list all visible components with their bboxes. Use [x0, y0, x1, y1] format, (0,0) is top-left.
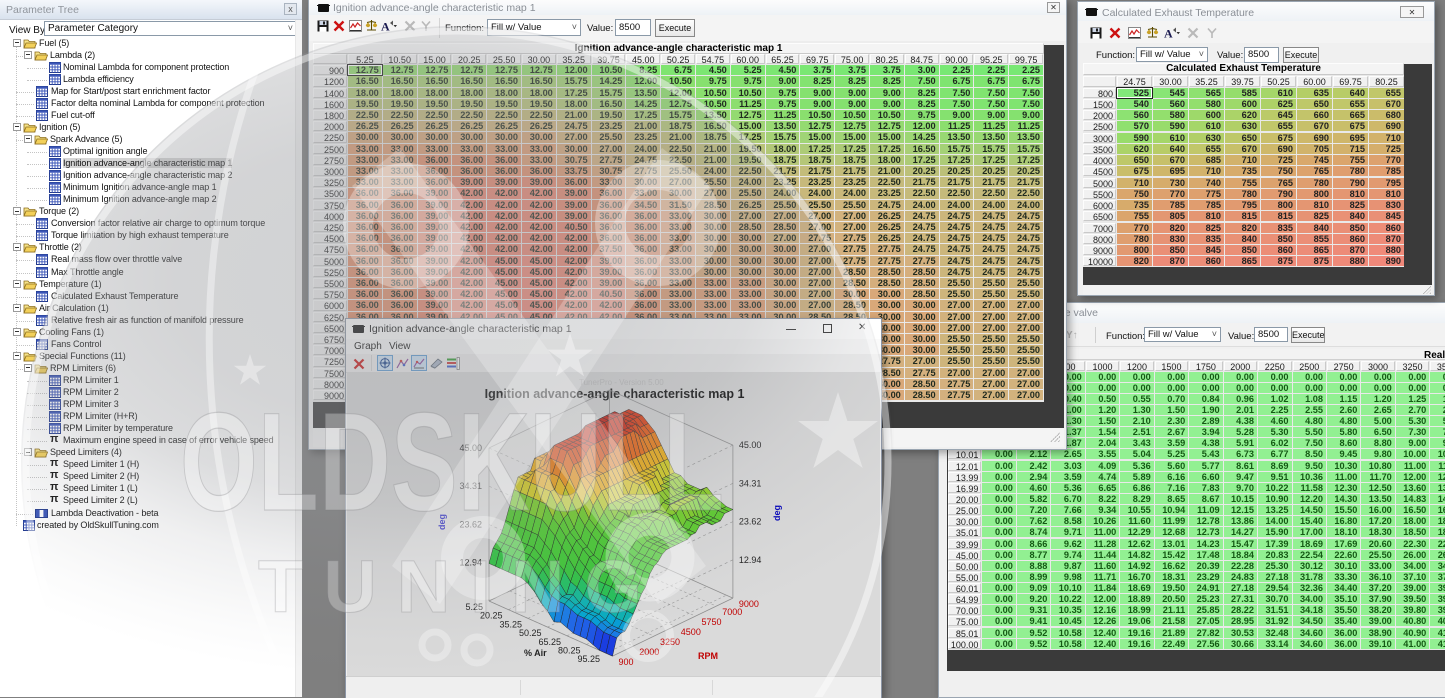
- svg-text:deg: deg: [772, 505, 782, 521]
- svg-text:23.62: 23.62: [459, 520, 482, 530]
- svg-text:A: A: [1164, 27, 1173, 39]
- svg-text:4500: 4500: [681, 627, 701, 637]
- svg-text:RPM: RPM: [698, 651, 718, 661]
- svg-text:deg: deg: [437, 514, 447, 530]
- svg-text:45.00: 45.00: [739, 440, 762, 450]
- svg-text:45.00: 45.00: [459, 443, 482, 453]
- svg-text:3250: 3250: [660, 637, 680, 647]
- svg-text:900: 900: [619, 657, 634, 667]
- svg-text:34.31: 34.31: [459, 481, 482, 491]
- svg-text:A: A: [381, 20, 390, 32]
- svg-text:9000: 9000: [739, 599, 759, 609]
- svg-text:% Air: % Air: [524, 648, 547, 658]
- svg-text:5750: 5750: [702, 617, 722, 627]
- svg-text:23.62: 23.62: [739, 517, 762, 527]
- svg-text:2000: 2000: [639, 647, 659, 657]
- svg-text:34.31: 34.31: [739, 478, 762, 488]
- svg-text:12.94: 12.94: [739, 555, 762, 565]
- svg-text:95.25: 95.25: [577, 654, 600, 664]
- svg-text:12.94: 12.94: [459, 558, 482, 568]
